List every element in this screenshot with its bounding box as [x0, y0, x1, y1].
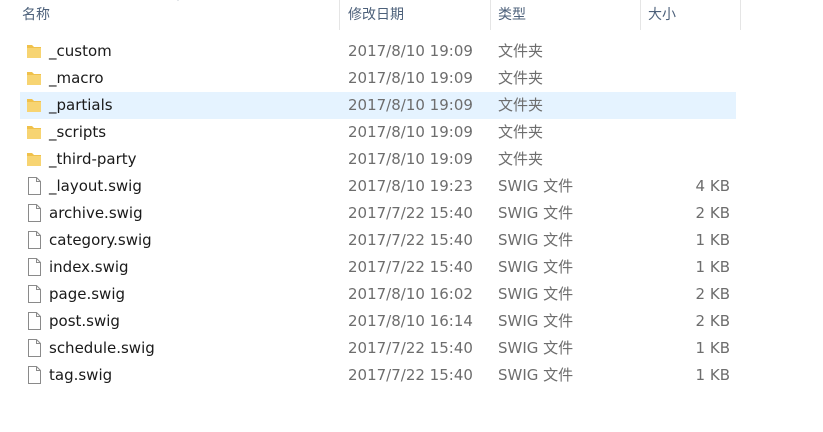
file-type: SWIG 文件 [498, 339, 574, 357]
file-modified-date: 2017/8/10 19:09 [348, 123, 473, 141]
file-type: 文件夹 [498, 96, 544, 114]
file-row[interactable]: tag.swig 2017/7/22 15:40 SWIG 文件 1 KB [20, 362, 736, 389]
folder-row[interactable]: _custom 2017/8/10 19:09 文件夹 [20, 38, 736, 65]
column-header-name-label: 名称 [22, 7, 50, 23]
file-type: SWIG 文件 [498, 231, 574, 249]
file-modified-date: 2017/8/10 19:09 [348, 96, 473, 114]
column-header-size-label: 大小 [648, 7, 676, 23]
file-size: 2 KB [695, 312, 730, 330]
file-icon [26, 312, 42, 330]
file-modified-date: 2017/8/10 19:09 [348, 69, 473, 87]
column-divider[interactable] [339, 0, 340, 30]
file-name: tag.swig [49, 366, 113, 384]
column-header-size[interactable]: 大小 [648, 0, 676, 30]
folder-row[interactable]: _macro 2017/8/10 19:09 文件夹 [20, 65, 736, 92]
folder-row[interactable]: _third-party 2017/8/10 19:09 文件夹 [20, 146, 736, 173]
folder-icon [26, 69, 42, 87]
folder-row[interactable]: _scripts 2017/8/10 19:09 文件夹 [20, 119, 736, 146]
file-modified-date: 2017/8/10 16:02 [348, 285, 473, 303]
column-header-modified[interactable]: 修改日期 [348, 0, 404, 30]
file-type: 文件夹 [498, 123, 544, 141]
file-type: SWIG 文件 [498, 366, 574, 384]
file-icon [26, 285, 42, 303]
column-header-row: 名称 修改日期 类型 大小 [0, 0, 823, 30]
file-icon [26, 177, 42, 195]
file-modified-date: 2017/7/22 15:40 [348, 339, 473, 357]
file-icon [26, 258, 42, 276]
file-row[interactable]: schedule.swig 2017/7/22 15:40 SWIG 文件 1 KB [20, 335, 736, 362]
file-type: 文件夹 [498, 150, 544, 168]
folder-row[interactable]: _partials 2017/8/10 19:09 文件夹 [20, 92, 736, 119]
file-modified-date: 2017/8/10 19:09 [348, 150, 473, 168]
folder-icon [26, 42, 42, 60]
file-row[interactable]: index.swig 2017/7/22 15:40 SWIG 文件 1 KB [20, 254, 736, 281]
column-divider[interactable] [740, 0, 741, 30]
column-divider[interactable] [640, 0, 641, 30]
column-header-modified-label: 修改日期 [348, 7, 404, 23]
file-size: 4 KB [695, 177, 730, 195]
file-type: SWIG 文件 [498, 312, 574, 330]
file-size: 1 KB [695, 366, 730, 384]
column-header-type[interactable]: 类型 [498, 0, 526, 30]
file-name: _third-party [49, 150, 137, 168]
file-size: 1 KB [695, 258, 730, 276]
file-name: _custom [49, 42, 112, 60]
file-type: SWIG 文件 [498, 285, 574, 303]
column-header-type-label: 类型 [498, 7, 526, 23]
file-size: 2 KB [695, 285, 730, 303]
file-modified-date: 2017/7/22 15:40 [348, 258, 473, 276]
file-name: _partials [49, 96, 113, 114]
file-name: archive.swig [49, 204, 143, 222]
file-row[interactable]: page.swig 2017/8/10 16:02 SWIG 文件 2 KB [20, 281, 736, 308]
file-size: 2 KB [695, 204, 730, 222]
file-name: _macro [49, 69, 104, 87]
column-divider[interactable] [490, 0, 491, 30]
file-type: 文件夹 [498, 69, 544, 87]
file-row[interactable]: post.swig 2017/8/10 16:14 SWIG 文件 2 KB [20, 308, 736, 335]
file-modified-date: 2017/8/10 19:23 [348, 177, 473, 195]
file-name: _layout.swig [49, 177, 142, 195]
file-name: page.swig [49, 285, 126, 303]
file-type: SWIG 文件 [498, 204, 574, 222]
file-size: 1 KB [695, 231, 730, 249]
file-modified-date: 2017/8/10 16:14 [348, 312, 473, 330]
file-type: SWIG 文件 [498, 177, 574, 195]
file-name: category.swig [49, 231, 152, 249]
sort-ascending-icon [177, 0, 179, 1]
file-icon [26, 339, 42, 357]
file-name: _scripts [49, 123, 107, 141]
file-name: post.swig [49, 312, 120, 330]
file-modified-date: 2017/7/22 15:40 [348, 231, 473, 249]
folder-icon [26, 96, 42, 114]
file-icon [26, 366, 42, 384]
file-modified-date: 2017/7/22 15:40 [348, 204, 473, 222]
file-icon [26, 231, 42, 249]
folder-icon [26, 150, 42, 168]
file-type: SWIG 文件 [498, 258, 574, 276]
file-size: 1 KB [695, 339, 730, 357]
file-row[interactable]: _layout.swig 2017/8/10 19:23 SWIG 文件 4 KB [20, 173, 736, 200]
file-name: index.swig [49, 258, 129, 276]
file-name: schedule.swig [49, 339, 155, 357]
file-type: 文件夹 [498, 42, 544, 60]
file-icon [26, 204, 42, 222]
column-header-name[interactable]: 名称 [22, 0, 50, 30]
file-row[interactable]: category.swig 2017/7/22 15:40 SWIG 文件 1 KB [20, 227, 736, 254]
folder-icon [26, 123, 42, 141]
file-modified-date: 2017/7/22 15:40 [348, 366, 473, 384]
file-modified-date: 2017/8/10 19:09 [348, 42, 473, 60]
file-row[interactable]: archive.swig 2017/7/22 15:40 SWIG 文件 2 KB [20, 200, 736, 227]
